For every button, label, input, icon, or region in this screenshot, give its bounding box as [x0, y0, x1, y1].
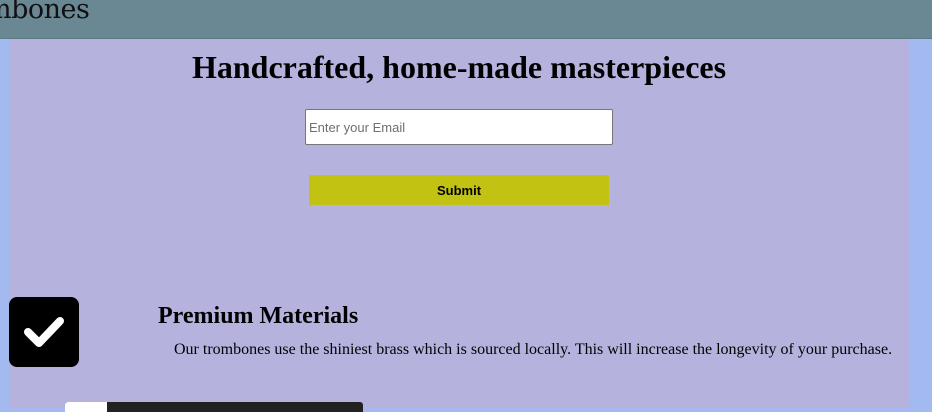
email-input[interactable]	[305, 109, 613, 145]
header-logo[interactable]: mbones	[0, 0, 90, 25]
hero-headline: Handcrafted, home-made masterpieces	[191, 49, 727, 85]
site-header: mbones	[0, 0, 932, 39]
feature-description: Our trombones use the shiniest brass whi…	[174, 341, 893, 358]
main-content: Handcrafted, home-made masterpieces Subm…	[9, 39, 909, 412]
submit-button[interactable]: Submit	[309, 175, 609, 205]
next-feature-icon-highlight	[65, 402, 107, 412]
feature-title: Premium Materials	[158, 303, 359, 329]
check-icon	[9, 297, 79, 367]
next-feature-icon	[65, 402, 363, 412]
